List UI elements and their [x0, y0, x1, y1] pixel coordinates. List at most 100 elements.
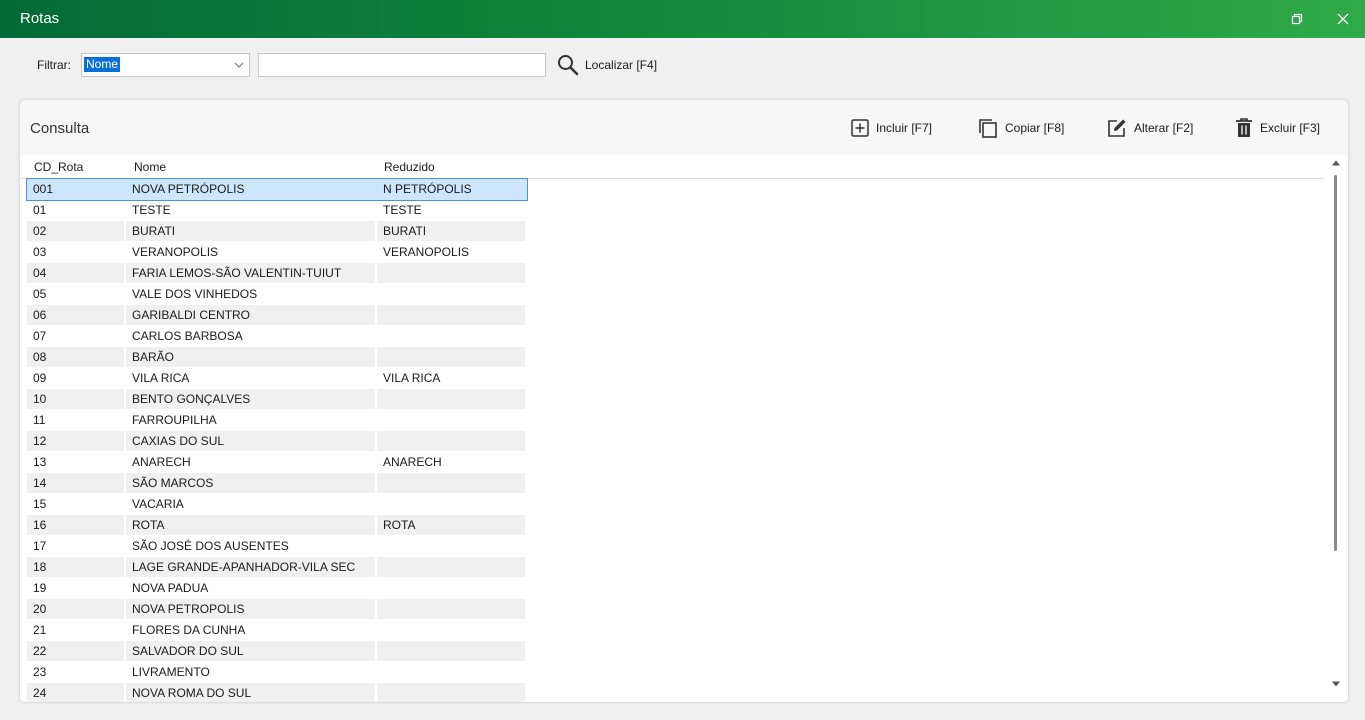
trash-icon: [1236, 118, 1252, 137]
cell-reduzido: [377, 557, 525, 577]
cell-reduzido: [377, 263, 525, 283]
scrollbar-thumb[interactable]: [1334, 175, 1337, 551]
cell-reduzido: [377, 473, 525, 493]
scroll-down-icon[interactable]: [1331, 679, 1341, 689]
cell-reduzido: VILA RICA: [383, 371, 441, 385]
table-row[interactable]: 15 VACARIA: [27, 494, 527, 515]
cell-cd-rota: 16: [27, 515, 124, 535]
cell-nome: LIVRAMENTO: [132, 665, 210, 679]
cell-cd-rota: 13: [33, 455, 47, 469]
cell-reduzido: BURATI: [377, 221, 525, 241]
cell-reduzido: [377, 410, 525, 430]
cell-reduzido: [377, 536, 525, 556]
table-row[interactable]: 22 SALVADOR DO SUL: [27, 641, 527, 662]
add-button[interactable]: Incluir [F7]: [850, 116, 932, 140]
table-row[interactable]: 14 SÃO MARCOS: [27, 473, 527, 494]
cell-reduzido: [377, 599, 525, 619]
close-button[interactable]: [1320, 0, 1365, 38]
cell-nome: NOVA ROMA DO SUL: [126, 683, 375, 702]
filter-search-input[interactable]: [258, 53, 546, 77]
table-row[interactable]: 13 ANARECH ANARECH: [27, 452, 527, 473]
cell-nome: VALE DOS VINHEDOS: [132, 287, 258, 301]
cell-reduzido: [377, 683, 525, 702]
cell-cd-rota: 17: [33, 539, 47, 553]
cell-nome: BURATI: [126, 221, 375, 241]
restore-icon: [1291, 13, 1303, 25]
cell-reduzido: [377, 389, 525, 409]
cell-reduzido: [377, 347, 525, 367]
cell-cd-rota: 18: [27, 557, 124, 577]
routes-table: CD_Rota Nome Reduzido 001 NOVA PETRÓPOLIS…: [20, 155, 1348, 702]
column-header-cd-rota[interactable]: CD_Rota: [34, 160, 83, 174]
cell-cd-rota: 21: [33, 623, 47, 637]
table-row[interactable]: 05 VALE DOS VINHEDOS: [27, 284, 527, 305]
table-row[interactable]: 09 VILA RICA VILA RICA: [27, 368, 527, 389]
cell-nome: TESTE: [132, 203, 171, 217]
cell-nome: VILA RICA: [132, 371, 190, 385]
search-icon: [558, 55, 579, 76]
cell-reduzido: ANARECH: [383, 455, 442, 469]
table-row[interactable]: 02 BURATI BURATI: [27, 221, 527, 242]
find-button[interactable]: Localizar [F4]: [556, 52, 657, 78]
cell-reduzido: [377, 620, 525, 640]
table-row[interactable]: 06 GARIBALDI CENTRO: [27, 305, 527, 326]
table-row[interactable]: 01 TESTE TESTE: [27, 200, 527, 221]
cell-cd-rota: 09: [33, 371, 47, 385]
cell-cd-rota: 01: [33, 203, 47, 217]
cell-cd-rota: 03: [33, 245, 47, 259]
restore-button[interactable]: [1274, 0, 1320, 38]
filter-selected-value: Nome: [84, 57, 121, 72]
cell-nome: GARIBALDI CENTRO: [126, 305, 375, 325]
cell-nome: NOVA PETROPOLIS: [126, 599, 375, 619]
table-row[interactable]: 04 FARIA LEMOS-SÃO VALENTIN-TUIUT: [27, 263, 527, 284]
cell-nome: NOVA PADUA: [132, 581, 209, 595]
filter-field-select[interactable]: Nome: [81, 53, 250, 77]
cell-cd-rota: 22: [27, 641, 124, 661]
cell-cd-rota: 001: [33, 182, 54, 196]
cell-nome: ANARECH: [132, 455, 191, 469]
edit-button[interactable]: Alterar [F2]: [1106, 116, 1193, 140]
cell-cd-rota: 06: [27, 305, 124, 325]
table-row[interactable]: 16 ROTA ROTA: [27, 515, 527, 536]
cell-reduzido: [377, 641, 525, 661]
cell-nome: VACARIA: [132, 497, 184, 511]
table-row[interactable]: 11 FARROUPILHA: [27, 410, 527, 431]
scroll-up-icon[interactable]: [1331, 158, 1341, 168]
cell-cd-rota: 07: [33, 329, 47, 343]
cell-nome: FARIA LEMOS-SÃO VALENTIN-TUIUT: [126, 263, 375, 283]
cell-cd-rota: 04: [27, 263, 124, 283]
table-row[interactable]: 08 BARÃO: [27, 347, 527, 368]
cell-cd-rota: 23: [33, 665, 47, 679]
cell-nome: SÃO JOSÉ DOS AUSENTES: [132, 539, 289, 553]
delete-button-label: Excluir [F3]: [1260, 121, 1321, 135]
cell-nome: BARÃO: [126, 347, 375, 367]
cell-reduzido: ROTA: [377, 515, 525, 535]
table-row[interactable]: 17 SÃO JOSÉ DOS AUSENTES: [27, 536, 527, 557]
cell-reduzido: N PETRÓPOLIS: [383, 182, 472, 196]
table-row[interactable]: 20 NOVA PETROPOLIS: [27, 599, 527, 620]
cell-cd-rota: 11: [33, 413, 46, 427]
cell-nome: CAXIAS DO SUL: [126, 431, 375, 451]
table-row[interactable]: 18 LAGE GRANDE-APANHADOR-VILA SEC: [27, 557, 527, 578]
find-button-label: Localizar [F4]: [585, 58, 658, 72]
cell-reduzido: [377, 431, 525, 451]
column-header-nome[interactable]: Nome: [134, 160, 166, 174]
column-header-reduzido[interactable]: Reduzido: [384, 160, 435, 174]
table-row[interactable]: 001 NOVA PETRÓPOLIS N PETRÓPOLIS: [26, 178, 528, 201]
vertical-scrollbar[interactable]: [1324, 155, 1348, 702]
table-row[interactable]: 23 LIVRAMENTO: [27, 662, 527, 683]
table-row[interactable]: 21 FLORES DA CUNHA: [27, 620, 527, 641]
copy-button[interactable]: Copiar [F8]: [977, 116, 1064, 140]
delete-button[interactable]: Excluir [F3]: [1234, 116, 1320, 140]
table-row[interactable]: 19 NOVA PADUA: [27, 578, 527, 599]
table-row[interactable]: 24 NOVA ROMA DO SUL: [27, 683, 527, 702]
cell-nome: VERANOPOLIS: [132, 245, 219, 259]
edit-icon: [1108, 119, 1126, 137]
cell-reduzido: VERANOPOLIS: [383, 245, 470, 259]
table-row[interactable]: 03 VERANOPOLIS VERANOPOLIS: [27, 242, 527, 263]
table-row[interactable]: 07 CARLOS BARBOSA: [27, 326, 527, 347]
table-row[interactable]: 12 CAXIAS DO SUL: [27, 431, 527, 452]
table-row[interactable]: 10 BENTO GONÇALVES: [27, 389, 527, 410]
cell-cd-rota: 20: [27, 599, 124, 619]
cell-nome: FARROUPILHA: [132, 413, 217, 427]
